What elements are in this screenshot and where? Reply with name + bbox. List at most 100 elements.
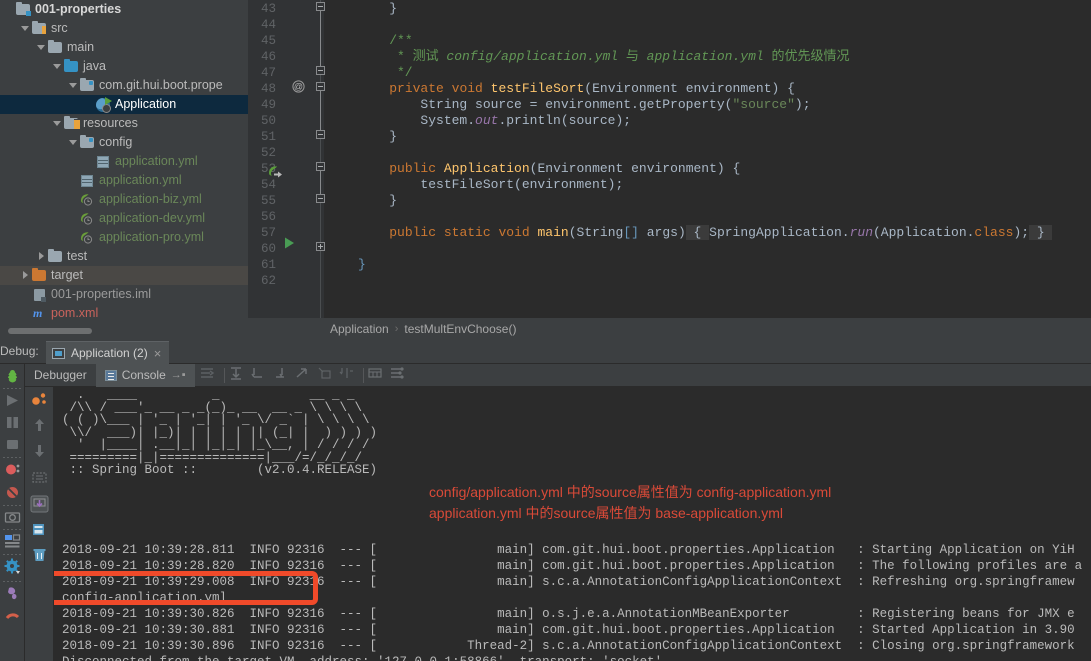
print-icon[interactable] [367, 366, 389, 385]
tree-item-label: com.git.hui.boot.prope [99, 76, 223, 95]
chevron-down-icon[interactable] [20, 23, 31, 34]
code-token: (String [569, 225, 624, 240]
chevron-down-icon[interactable] [52, 118, 63, 129]
tree-item-com-git-hui-boot-prope[interactable]: com.git.hui.boot.prope [0, 76, 248, 95]
tab-debugger[interactable]: Debugger [25, 364, 96, 387]
chevron-down-icon[interactable] [68, 137, 79, 148]
override-marker-icon[interactable]: @ [292, 80, 305, 98]
chevron-down-icon[interactable] [36, 42, 47, 53]
tree-item-application-yml[interactable]: application.yml [0, 171, 248, 190]
line-number: 56 [261, 209, 276, 225]
console-output[interactable]: . ____ _ __ _ _ /\\ / ___'_ __ _ _(_)_ _… [54, 387, 1091, 661]
settings-list-icon[interactable] [389, 366, 411, 385]
annotation-text: config/application.yml 中的source属性值为 conf… [429, 484, 831, 500]
project-tree-scroll-thumb[interactable] [8, 328, 92, 334]
tree-item-application-pro-yml[interactable]: application-pro.yml [0, 228, 248, 247]
resume-program-icon[interactable] [4, 392, 21, 409]
chevron-down-icon[interactable] [52, 61, 63, 72]
force-step-icon[interactable] [316, 366, 338, 385]
restore-layout-icon[interactable] [31, 469, 48, 486]
close-icon[interactable]: × [154, 347, 162, 360]
step-into-icon[interactable] [272, 366, 294, 385]
code-token: { [686, 225, 709, 240]
code-token [358, 129, 389, 144]
mute-breakpoints-icon[interactable] [4, 484, 21, 501]
breadcrumb-item-method[interactable]: testMultEnvChoose() [404, 322, 516, 336]
tree-item-config[interactable]: config [0, 133, 248, 152]
tree-item-application-biz-yml[interactable]: application-biz.yml [0, 190, 248, 209]
tree-item-test[interactable]: test [0, 247, 248, 266]
step-out-icon[interactable] [294, 366, 316, 385]
log-line: 2018-09-21 10:39:30.881 INFO 92316 --- [… [62, 622, 1075, 638]
camera-icon[interactable] [4, 509, 21, 526]
tree-item-001-properties-iml[interactable]: 001-properties.iml [0, 285, 248, 304]
chevron-down-icon[interactable] [68, 80, 79, 91]
archive-icon[interactable] [31, 521, 48, 538]
threads-icon[interactable] [31, 391, 48, 408]
step-over-icon[interactable] [250, 366, 272, 385]
tree-spacer [4, 4, 15, 15]
run-to-cursor-icon[interactable] [338, 366, 360, 385]
close-icon[interactable] [4, 608, 21, 625]
soft-wrap-icon[interactable] [199, 366, 221, 385]
chevron-right-icon[interactable] [36, 251, 47, 262]
debug-session-tab[interactable]: Application (2) × [46, 341, 169, 364]
tree-spacer [68, 175, 79, 186]
chevron-right-icon: › [395, 323, 399, 335]
settings-gear-icon[interactable] [4, 558, 21, 575]
tab-console[interactable]: Console →▪ [96, 364, 195, 387]
project-tree-list[interactable]: 001-propertiessrcmainjavacom.git.hui.boo… [0, 0, 248, 323]
tree-item-src[interactable]: src [0, 19, 248, 38]
tree-item-resources[interactable]: resources [0, 114, 248, 133]
debug-session-tab-label: Application (2) [71, 346, 148, 360]
tree-item-label: test [67, 247, 87, 266]
log-line: 2018-09-21 10:39:28.811 INFO 92316 --- [… [62, 542, 1075, 558]
up-stack-icon[interactable] [31, 417, 48, 434]
project-tool-window[interactable]: 001-propertiessrcmainjavacom.git.hui.boo… [0, 0, 248, 340]
scroll-to-end-icon[interactable] [228, 366, 250, 385]
code-editor[interactable]: 434445464748495051525354555657606162 @ [248, 0, 1091, 318]
tree-item-java[interactable]: java [0, 57, 248, 76]
project-tree-scrollbar[interactable] [0, 331, 248, 337]
pin-icon[interactable] [4, 585, 21, 602]
stop-program-icon[interactable] [4, 436, 21, 453]
spring-bean-icon[interactable] [268, 165, 283, 184]
line-number: 44 [261, 17, 276, 33]
line-number: 45 [261, 33, 276, 49]
yml-icon [80, 173, 95, 188]
code-token: (Application. [873, 225, 974, 240]
view-breakpoints-icon[interactable] [4, 461, 21, 478]
debug-bug-icon[interactable] [4, 368, 21, 385]
tree-item-001-properties[interactable]: 001-properties [0, 0, 248, 19]
code-token: String source = environment.getProperty( [358, 97, 732, 112]
down-stack-icon[interactable] [31, 443, 48, 460]
folder-orange-icon [32, 268, 47, 283]
chevron-right-icon[interactable] [20, 270, 31, 281]
tree-item-target[interactable]: target [0, 266, 248, 285]
code-token: /** [389, 33, 412, 48]
editor-text-area[interactable]: } /** * 测试 config/application.yml 与 appl… [324, 0, 1091, 318]
debug-tool-window: Debug: Application (2) × Debugger Consol… [0, 340, 1091, 661]
code-token: ; [623, 113, 631, 128]
tree-item-pom-xml[interactable]: mpom.xml [0, 304, 248, 323]
editor-gutter[interactable]: 434445464748495051525354555657606162 @ [248, 0, 324, 318]
tree-item-application-yml[interactable]: application.yml [0, 152, 248, 171]
pause-program-icon[interactable] [4, 414, 21, 431]
code-token: (Environment environment) [530, 161, 733, 176]
line-number: 57 [261, 225, 276, 241]
line-number: 61 [261, 257, 276, 273]
export-icon[interactable] [30, 495, 47, 512]
breadcrumb[interactable]: Application › testMultEnvChoose() [248, 318, 1091, 340]
tree-item-application-dev-yml[interactable]: application-dev.yml [0, 209, 248, 228]
code-line: testFileSort(environment); [358, 177, 623, 193]
run-gutter-icon[interactable] [284, 236, 295, 254]
tree-item-application[interactable]: Application [0, 95, 248, 114]
code-token: ; [615, 177, 623, 192]
trash-icon[interactable] [31, 547, 48, 564]
tree-item-main[interactable]: main [0, 38, 248, 57]
breadcrumb-item-class[interactable]: Application [330, 322, 389, 336]
code-token: ) [795, 97, 803, 112]
layout-icon[interactable] [4, 533, 21, 550]
line-number: 47 [261, 65, 276, 81]
pin-tab-icon[interactable]: →▪ [171, 369, 186, 381]
